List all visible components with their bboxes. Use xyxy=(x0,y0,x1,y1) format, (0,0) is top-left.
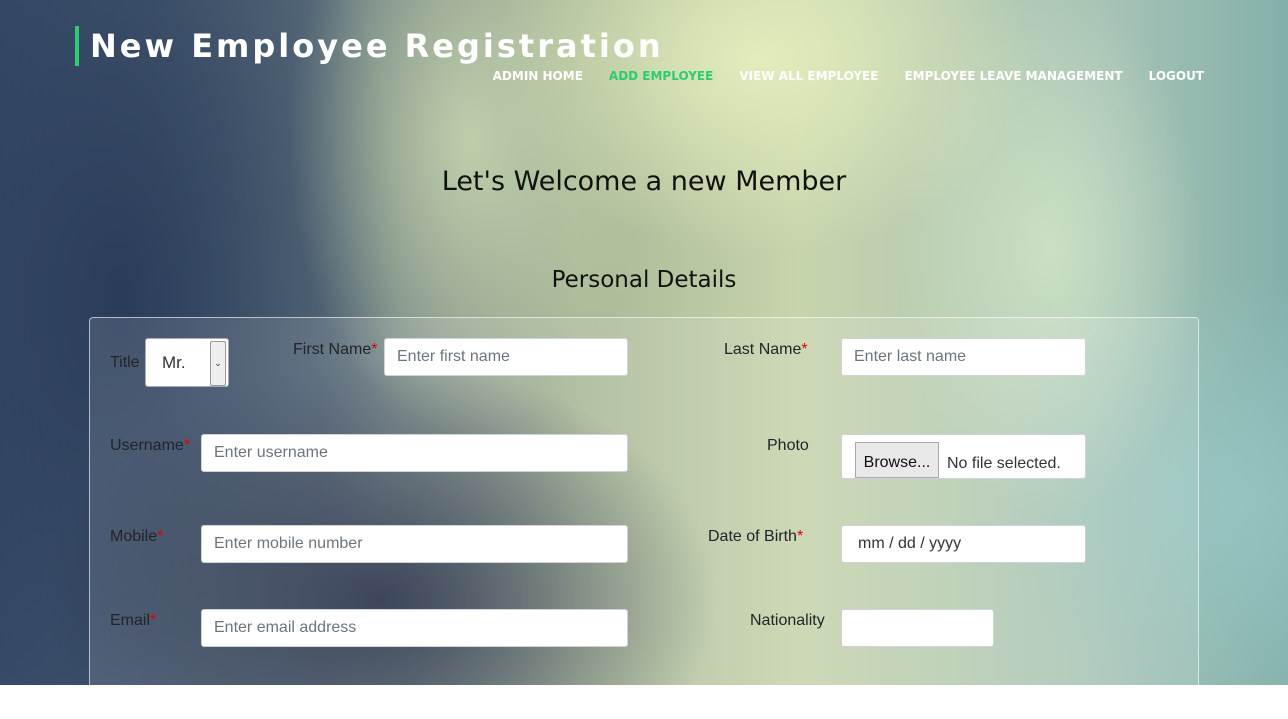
mobile-label: Mobile* xyxy=(110,528,163,546)
email-label-text: Email xyxy=(110,612,151,629)
photo-label: Photo xyxy=(767,437,809,454)
required-mark: * xyxy=(801,341,808,358)
personal-details-panel xyxy=(89,317,1199,719)
required-mark: * xyxy=(157,528,164,545)
required-mark: * xyxy=(183,437,191,454)
required-mark: * xyxy=(371,341,378,358)
username-label: Username* xyxy=(110,437,190,455)
title-label: Title xyxy=(110,354,140,371)
first-name-label-text: First Name xyxy=(293,341,372,358)
section-heading: Personal Details xyxy=(551,267,737,293)
nationality-select[interactable] xyxy=(841,609,994,647)
nav-admin-home[interactable]: ADMIN HOME xyxy=(493,69,583,83)
mobile-input[interactable]: Enter mobile number xyxy=(201,525,628,563)
username-input[interactable]: Enter username xyxy=(201,434,628,472)
required-mark: * xyxy=(796,528,804,545)
email-label: Email* xyxy=(110,612,156,630)
mobile-label-text: Mobile xyxy=(110,528,158,545)
title-select-value: Mr. xyxy=(162,353,186,372)
nav-logout[interactable]: LOGOUT xyxy=(1149,69,1204,83)
nav-employee-leave-management[interactable]: EMPLOYEE LEAVE MANAGEMENT xyxy=(904,69,1122,83)
last-name-label-text: Last Name xyxy=(724,341,802,358)
required-mark: * xyxy=(150,612,157,629)
chevron-down-icon: ⌄ xyxy=(210,341,226,386)
first-name-label: First Name* xyxy=(293,341,377,359)
brand-title: New Employee Registration xyxy=(75,26,664,66)
dob-label-text: Date of Birth xyxy=(708,528,797,545)
dob-label: Date of Birth* xyxy=(708,528,803,546)
title-select[interactable]: Mr. ⌄ xyxy=(145,338,229,387)
photo-file-input[interactable]: Browse... No file selected. xyxy=(841,434,1086,479)
nationality-label: Nationality xyxy=(750,612,825,629)
first-name-input[interactable]: Enter first name xyxy=(384,338,628,376)
dob-input[interactable]: mm / dd / yyyy xyxy=(841,525,1086,563)
last-name-label: Last Name* xyxy=(724,341,808,359)
email-input[interactable]: Enter email address xyxy=(201,609,628,647)
browse-button[interactable]: Browse... xyxy=(855,442,939,478)
top-nav: ADMIN HOME ADD EMPLOYEE VIEW ALL EMPLOYE… xyxy=(493,69,1204,83)
welcome-heading: Let's Welcome a new Member xyxy=(441,166,847,197)
nav-add-employee[interactable]: ADD EMPLOYEE xyxy=(609,69,713,83)
file-status: No file selected. xyxy=(947,455,1061,472)
nav-view-all-employee[interactable]: VIEW ALL EMPLOYEE xyxy=(739,69,878,83)
username-label-text: Username xyxy=(110,437,184,454)
last-name-input[interactable]: Enter last name xyxy=(841,338,1086,376)
